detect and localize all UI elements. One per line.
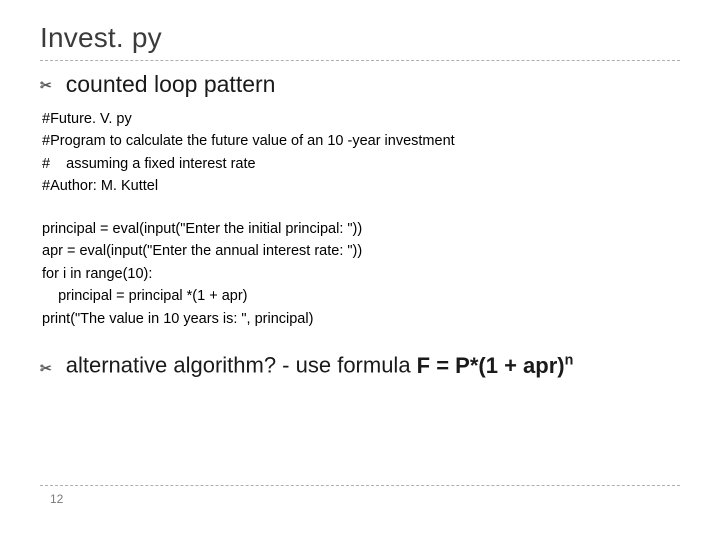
bullet-icon: ✂	[40, 78, 52, 92]
code-line: # assuming a fixed interest rate	[42, 153, 680, 175]
code-line: print("The value in 10 years is: ", prin…	[42, 308, 680, 330]
alt-prefix: alternative algorithm? - use formula	[66, 353, 417, 378]
code-line: #Future. V. py	[42, 108, 680, 130]
slide-title: Invest. py	[40, 22, 680, 54]
footer-divider	[40, 485, 680, 486]
bullet-item-2: ✂ alternative algorithm? - use formula F…	[40, 352, 680, 378]
bullet-text-1: counted loop pattern	[66, 71, 276, 98]
code-line: #Author: M. Kuttel	[42, 175, 680, 197]
slide: Invest. py ✂ counted loop pattern #Futur…	[0, 0, 720, 540]
code-line: apr = eval(input("Enter the annual inter…	[42, 240, 680, 262]
alt-text: alternative algorithm? - use formula F =…	[66, 352, 574, 378]
code-line: for i in range(10):	[42, 263, 680, 285]
alt-formula: F = P*(1 + apr)n	[417, 353, 574, 378]
code-block-comments: #Future. V. py #Program to calculate the…	[42, 108, 680, 198]
bullet-item-1: ✂ counted loop pattern	[40, 71, 680, 98]
code-line: #Program to calculate the future value o…	[42, 130, 680, 152]
code-block-body: principal = eval(input("Enter the initia…	[42, 218, 680, 330]
code-line: principal = eval(input("Enter the initia…	[42, 218, 680, 240]
title-divider	[40, 60, 680, 61]
code-line: principal = principal *(1 + apr)	[42, 285, 680, 307]
spacer	[40, 198, 680, 218]
bullet-icon: ✂	[40, 361, 52, 375]
page-number: 12	[50, 492, 680, 506]
slide-footer: 12	[40, 485, 680, 506]
alt-formula-exponent: n	[565, 352, 574, 368]
alt-formula-base: F = P*(1 + apr)	[417, 353, 565, 378]
